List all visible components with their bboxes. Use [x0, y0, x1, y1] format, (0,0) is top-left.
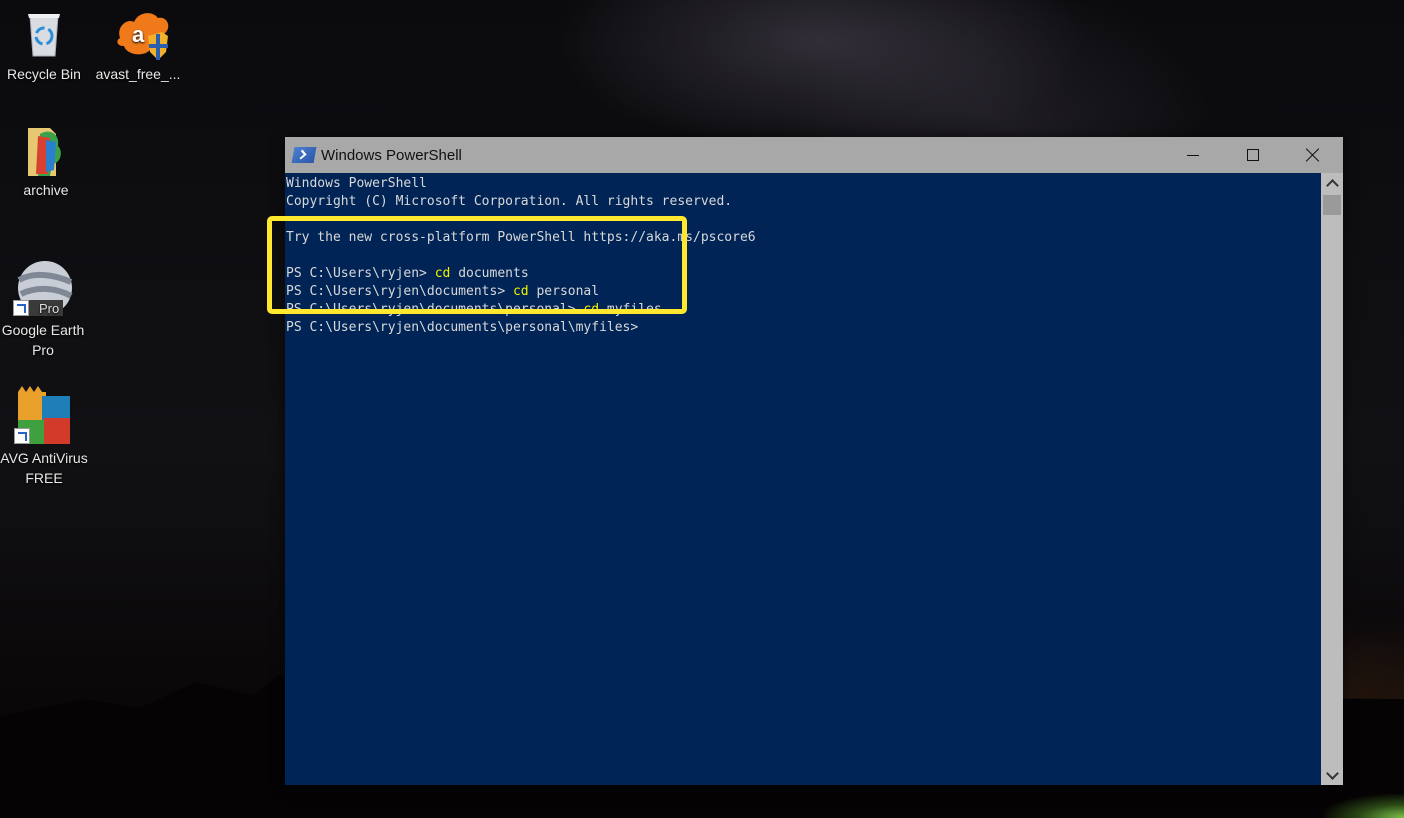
desktop-icon-avg-antivirus[interactable]: AVG AntiVirus FREE — [0, 386, 92, 488]
powershell-icon — [291, 147, 317, 163]
chevron-up-icon — [1325, 178, 1339, 192]
close-button[interactable] — [1285, 137, 1341, 173]
powershell-window[interactable]: Windows PowerShell Windows PowerShell Co… — [267, 137, 1343, 785]
desktop-icon-label: archive — [23, 182, 69, 198]
desktop-wallpaper-glow — [1324, 794, 1404, 818]
prompt: PS C:\Users\ryjen\documents\personal> — [286, 302, 584, 317]
desktop-icon-label: Recycle Bin — [7, 66, 81, 82]
window-title: Windows PowerShell — [321, 146, 462, 164]
command-line: PS C:\Users\ryjen\documents\personal> cd… — [285, 301, 1321, 319]
command-argument: documents — [450, 266, 529, 281]
desktop-icon-recycle-bin[interactable]: Recycle Bin — [0, 8, 92, 84]
avast-icon: a — [112, 8, 169, 60]
desktop-icon-archive[interactable]: archive — [0, 124, 94, 200]
desktop-icon-label: avast_free_... — [95, 66, 181, 82]
minimize-icon — [1187, 154, 1199, 156]
command-keyword: cd — [583, 302, 600, 317]
desktop-icon-google-earth-pro[interactable]: Pro Google Earth Pro — [0, 260, 91, 360]
maximize-icon — [1247, 149, 1259, 161]
svg-text:Pro: Pro — [39, 301, 59, 316]
chevron-down-icon — [1325, 766, 1339, 780]
maximize-button[interactable] — [1225, 137, 1281, 173]
title-bar[interactable]: Windows PowerShell — [285, 137, 1343, 173]
vertical-scrollbar[interactable] — [1321, 173, 1343, 785]
shortcut-arrow-icon — [14, 428, 30, 444]
command-argument: personal — [528, 284, 600, 299]
command-line: PS C:\Users\ryjen\documents> cd personal — [285, 283, 1321, 301]
minimize-button[interactable] — [1165, 137, 1221, 173]
scroll-up-button[interactable] — [1321, 173, 1343, 193]
avg-icon — [14, 386, 74, 444]
console-line: Windows PowerShell — [286, 176, 427, 191]
prompt: PS C:\Users\ryjen\documents> — [286, 284, 513, 299]
folder-icon — [20, 124, 72, 176]
console-line: Copyright (C) Microsoft Corporation. All… — [286, 194, 733, 209]
command-keyword: cd — [512, 284, 529, 299]
console-output[interactable]: Windows PowerShell Copyright (C) Microso… — [285, 173, 1321, 785]
command-line: PS C:\Users\ryjen> cd documents — [285, 265, 1321, 283]
command-line[interactable]: PS C:\Users\ryjen\documents\personal\myf… — [285, 319, 1321, 337]
recycle-bin-icon — [18, 8, 70, 60]
scroll-thumb[interactable] — [1323, 195, 1341, 215]
svg-text:a: a — [132, 22, 145, 47]
desktop-icon-avast[interactable]: a avast_free_... — [90, 8, 186, 84]
console-line: Try the new cross-platform PowerShell ht… — [286, 230, 756, 245]
command-argument: myfiles — [599, 302, 662, 317]
shortcut-arrow-icon — [13, 300, 29, 316]
desktop-icon-label: Google Earth Pro — [1, 322, 85, 358]
desktop-icon-label: AVG AntiVirus FREE — [0, 450, 88, 486]
close-icon — [1306, 148, 1320, 162]
scroll-down-button[interactable] — [1321, 765, 1343, 785]
prompt: PS C:\Users\ryjen\documents\personal\myf… — [286, 320, 639, 335]
command-keyword: cd — [434, 266, 451, 281]
prompt: PS C:\Users\ryjen> — [286, 266, 435, 281]
google-earth-icon: Pro — [13, 260, 73, 316]
